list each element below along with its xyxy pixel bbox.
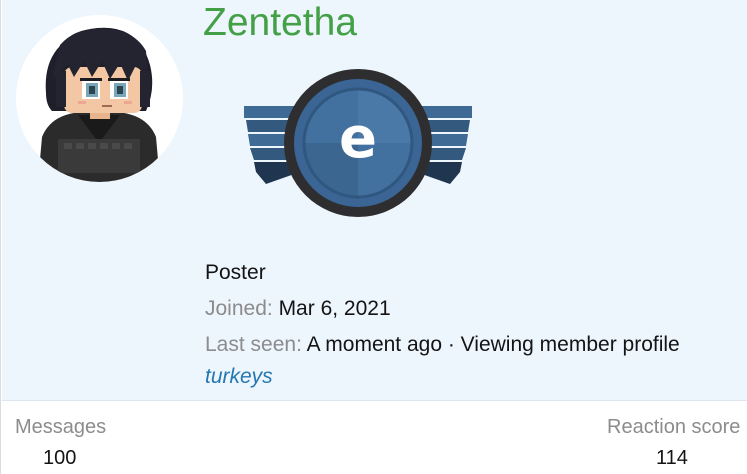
location-link[interactable]: turkeys: [205, 364, 273, 390]
username[interactable]: Zentetha: [203, 1, 357, 45]
joined-date[interactable]: Mar 6, 2021: [279, 297, 391, 320]
last-seen-activity[interactable]: A moment ago · Viewing member profile: [307, 333, 680, 356]
joined-label: Joined:: [205, 297, 273, 320]
reaction-score-value[interactable]: 114: [656, 446, 688, 470]
last-seen-row: Last seen: A moment ago · Viewing member…: [205, 332, 680, 358]
avatar-image: [16, 15, 183, 182]
profile-header: Zentetha e Poster Joined: Mar 6, 2021 La…: [2, 0, 747, 401]
joined-row: Joined: Mar 6, 2021: [205, 296, 391, 322]
messages-label[interactable]: Messages: [15, 415, 106, 439]
user-title: Poster: [205, 261, 266, 284]
messages-count[interactable]: 100: [43, 446, 76, 470]
member-profile-card: Zentetha e Poster Joined: Mar 6, 2021 La…: [0, 0, 747, 474]
reaction-score-label[interactable]: Reaction score: [607, 415, 740, 439]
badge-letter: e: [339, 106, 377, 171]
avatar[interactable]: [16, 15, 183, 182]
user-badge[interactable]: e: [244, 68, 472, 218]
last-seen-label: Last seen:: [205, 333, 302, 356]
